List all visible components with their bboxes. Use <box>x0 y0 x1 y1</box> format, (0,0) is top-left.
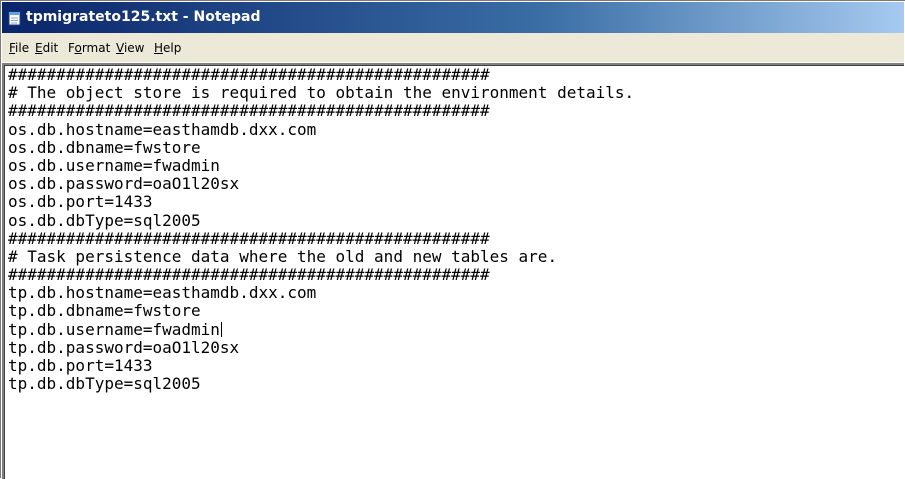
text-line[interactable]: ########################################… <box>8 102 634 120</box>
text-line[interactable]: os.db.password=oaO1l20sx <box>8 174 634 193</box>
text-line[interactable]: ########################################… <box>8 229 634 248</box>
text-editor[interactable]: ########################################… <box>4 65 904 479</box>
text-line[interactable]: # Task persistence data where the old an… <box>8 247 634 266</box>
menu-view[interactable]: View <box>116 41 144 56</box>
text-line[interactable]: tp.db.hostname=easthamdb.dxx.com <box>8 284 634 302</box>
text-content[interactable]: ########################################… <box>8 66 634 393</box>
text-line[interactable]: tp.db.password=oaO1l20sx <box>8 338 634 357</box>
menu-format[interactable]: Format <box>68 41 110 56</box>
text-line[interactable]: os.db.hostname=easthamdb.dxx.com <box>8 120 634 139</box>
window-title: tpmigrateto125.txt - Notepad <box>26 9 261 25</box>
text-line[interactable]: ########################################… <box>8 66 634 84</box>
title-bar[interactable]: tpmigrateto125.txt - Notepad <box>2 2 904 33</box>
text-line[interactable]: ########################################… <box>8 265 634 284</box>
text-line[interactable]: os.db.dbType=sql2005 <box>8 211 634 230</box>
text-line[interactable]: tp.db.dbname=fwstore <box>8 302 634 320</box>
notepad-icon <box>8 11 21 26</box>
text-caret <box>220 321 222 337</box>
text-line[interactable]: os.db.port=1433 <box>8 193 634 211</box>
text-line[interactable]: tp.db.username=fwadmin <box>8 320 634 339</box>
menu-bar: File Edit Format View Help <box>2 33 904 63</box>
notepad-window: tpmigrateto125.txt - Notepad File Edit For… <box>0 0 905 479</box>
text-line[interactable]: os.db.dbname=fwstore <box>8 138 634 157</box>
text-line[interactable]: os.db.username=fwadmin <box>8 156 634 175</box>
text-line[interactable]: # The object store is required to obtain… <box>8 83 634 102</box>
menu-edit[interactable]: Edit <box>35 41 58 56</box>
menu-file[interactable]: File <box>9 41 29 56</box>
text-line[interactable]: tp.db.dbType=sql2005 <box>8 374 634 393</box>
menu-help[interactable]: Help <box>154 41 181 56</box>
editor-frame: ########################################… <box>2 63 904 479</box>
text-line[interactable]: tp.db.port=1433 <box>8 356 634 375</box>
